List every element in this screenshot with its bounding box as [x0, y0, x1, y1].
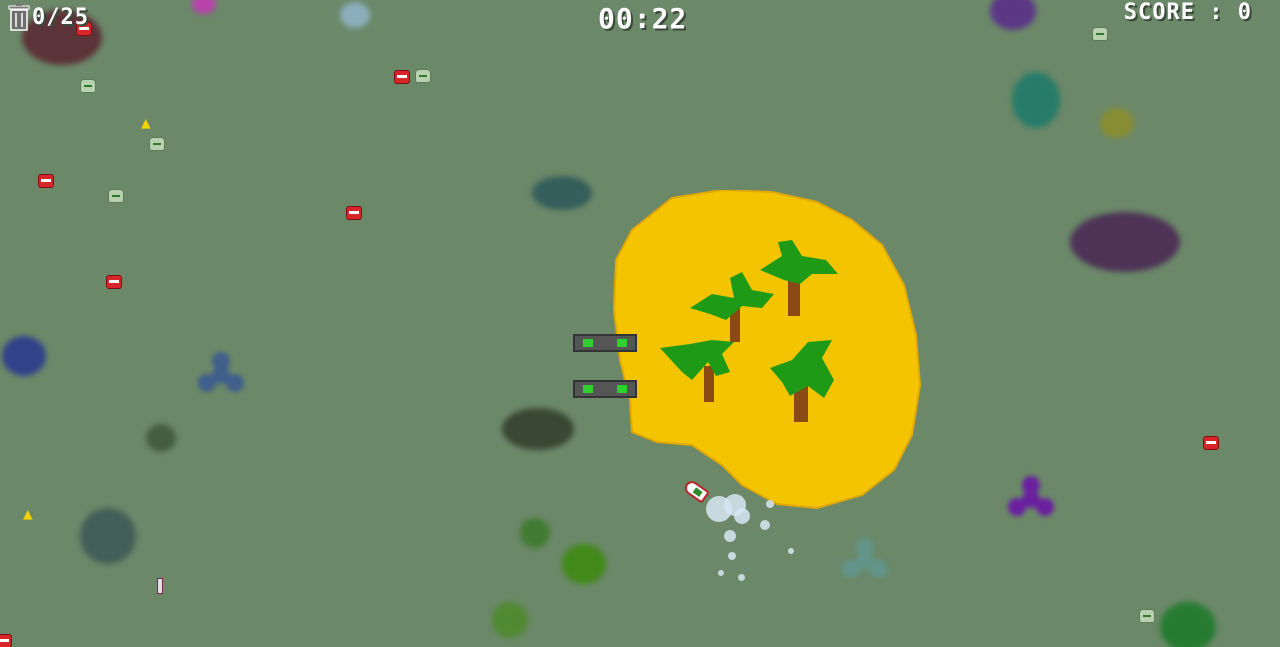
pollutant-blob — [1160, 602, 1216, 647]
pollutant-blob — [146, 424, 176, 452]
spinner-pollutant — [842, 538, 888, 584]
wake-bubble — [738, 574, 745, 581]
spinner-pollutant — [1008, 476, 1054, 522]
soda-can-icon[interactable] — [38, 174, 54, 188]
soda-can-icon[interactable] — [1203, 436, 1219, 450]
wake-bubble — [724, 530, 736, 542]
wake-bubble — [718, 570, 724, 576]
banana-peel-icon[interactable]: ▲ — [23, 506, 33, 522]
wake-bubble — [734, 508, 750, 524]
pollutant-blob — [520, 518, 550, 548]
pollutant-blob — [80, 508, 136, 564]
oil-slick — [1070, 212, 1180, 272]
island-sand — [612, 190, 922, 510]
dock-platform[interactable] — [573, 334, 637, 352]
spinner-pollutant — [198, 352, 244, 398]
trash-bin-icon — [8, 3, 30, 31]
plastic-jug-icon[interactable] — [149, 137, 165, 151]
soda-can-icon[interactable] — [0, 634, 12, 647]
trash-count-value: 0/25 — [32, 4, 89, 30]
score-display: SCORE : 0 — [1123, 0, 1252, 25]
wake-bubble — [760, 520, 770, 530]
pollutant-blob — [192, 0, 216, 14]
plastic-jug-icon[interactable] — [415, 69, 431, 83]
pollutant-blob — [562, 544, 606, 584]
soda-can-icon[interactable] — [346, 206, 362, 220]
soda-can-icon[interactable] — [394, 70, 410, 84]
timer: 00:22 — [598, 2, 688, 35]
plastic-jug-icon[interactable] — [1139, 609, 1155, 623]
wake-bubble — [766, 500, 774, 508]
banana-peel-icon[interactable]: ▲ — [141, 115, 151, 131]
wake-bubble — [728, 552, 736, 560]
pollutant-blob — [1100, 108, 1134, 138]
plastic-jug-icon[interactable] — [1092, 27, 1108, 41]
game-canvas[interactable]: ▲ ▲ 0/25 00:22 SCORE: 0 — [0, 0, 1280, 647]
trash-counter: 0/25 — [8, 3, 89, 31]
plastic-jug-icon[interactable] — [108, 189, 124, 203]
pollutant-blob — [990, 0, 1036, 30]
oil-slick — [502, 408, 574, 450]
soda-can-icon[interactable] — [106, 275, 122, 289]
dock-platform[interactable] — [573, 380, 637, 398]
island — [612, 190, 922, 510]
plastic-jug-icon[interactable] — [80, 79, 96, 93]
pollutant-blob — [492, 602, 528, 638]
oil-slick — [532, 176, 592, 210]
pollutant-blob — [340, 2, 370, 28]
pollutant-blob — [1012, 72, 1060, 128]
pollutant-blob — [2, 336, 46, 376]
wake-bubble — [788, 548, 794, 554]
bottle-icon[interactable] — [157, 578, 163, 594]
